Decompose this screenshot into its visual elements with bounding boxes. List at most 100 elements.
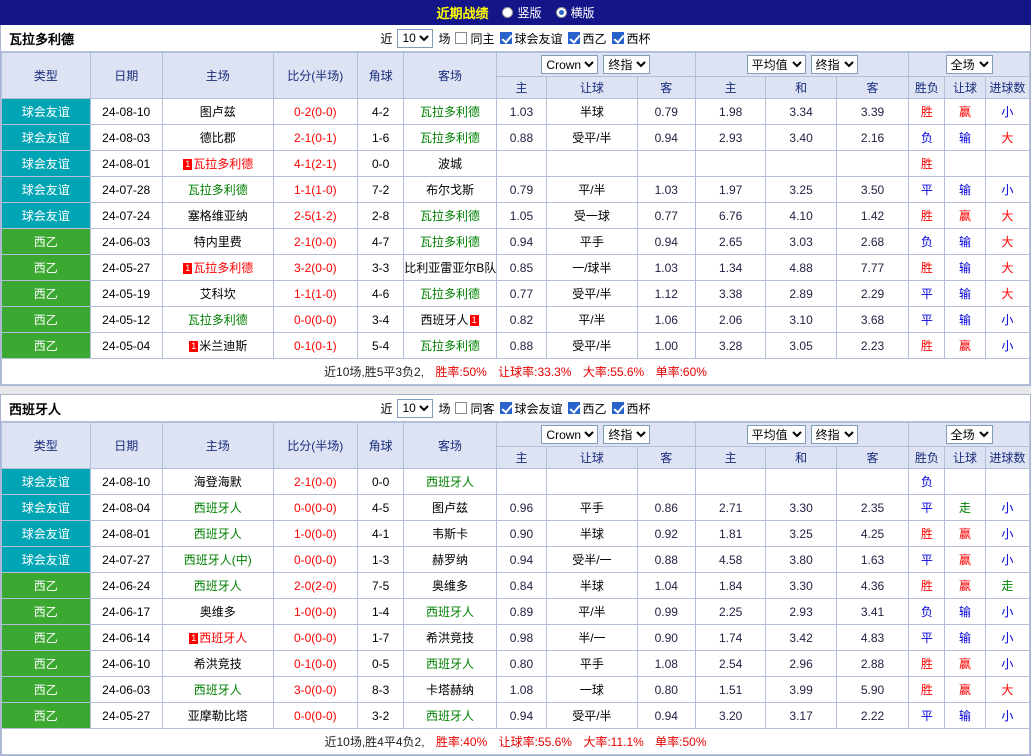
comp-league-filter[interactable]: 西乙 <box>567 30 607 47</box>
euro-avg-select[interactable]: 平均值 <box>746 425 806 444</box>
col-home: 主场 <box>161 52 274 99</box>
result-cell: 胜 <box>908 150 946 177</box>
same-venue-checkbox[interactable] <box>455 402 468 414</box>
match-row: 球会友谊 24-07-28 瓦拉多利德 1-1(1-0) 7-2 布尔戈斯 0.79 平/半 1… <box>1 176 1031 203</box>
home-team-name[interactable]: 西班牙人 <box>194 501 242 515</box>
scope-select[interactable]: 全场 <box>945 425 993 444</box>
layout-option-horizontal[interactable]: 横版 <box>555 4 595 21</box>
asia-home-odds-cell: 0.82 <box>495 306 548 333</box>
goals-result-cell: 小 <box>984 598 1031 625</box>
home-team-name[interactable]: 瓦拉多利德 <box>193 157 253 171</box>
comp-friendly-filter[interactable]: 球会友谊 <box>499 400 563 417</box>
euro-draw-odds-cell: 3.10 <box>765 306 837 333</box>
home-team-name[interactable]: 瓦拉多利德 <box>188 313 248 327</box>
goals-result-cell: 小 <box>984 332 1031 359</box>
away-team-name[interactable]: 赫罗纳 <box>432 553 468 567</box>
comp-friendly-checkbox[interactable] <box>499 32 512 44</box>
score-cell: 1-0(0-0) <box>272 520 359 547</box>
asia-home-odds-cell: 0.77 <box>495 280 548 307</box>
home-team-name[interactable]: 瓦拉多利德 <box>188 183 248 197</box>
comp-cup-filter[interactable]: 西杯 <box>611 30 651 47</box>
home-team-name[interactable]: 西班牙人(中) <box>184 553 252 567</box>
home-team-cell: 德比郡 <box>161 124 274 151</box>
away-team-name[interactable]: 瓦拉多利德 <box>420 105 480 119</box>
away-team-name[interactable]: 西班牙人 <box>426 709 474 723</box>
home-team-name[interactable]: 西班牙人 <box>194 579 242 593</box>
comp-league-filter[interactable]: 西乙 <box>567 400 607 417</box>
away-team-name[interactable]: 瓦拉多利德 <box>420 131 480 145</box>
away-team-cell: 西班牙人 <box>403 650 497 677</box>
away-team-name[interactable]: 瓦拉多利德 <box>420 339 480 353</box>
home-team-name[interactable]: 瓦拉多利德 <box>193 261 253 275</box>
euro-odds-time-select[interactable]: 终指 <box>810 55 858 74</box>
comp-league-checkbox[interactable] <box>567 402 580 414</box>
home-team-name[interactable]: 塞格维亚纳 <box>188 209 248 223</box>
home-team-name[interactable]: 特内里费 <box>194 235 242 249</box>
euro-odds-time-select[interactable]: 终指 <box>810 425 858 444</box>
away-team-name[interactable]: 希洪竞技 <box>426 631 474 645</box>
home-team-name[interactable]: 米兰迪斯 <box>199 339 247 353</box>
away-team-name[interactable]: 瓦拉多利德 <box>420 209 480 223</box>
same-venue-filter[interactable]: 同主 <box>455 30 495 47</box>
result-cell: 平 <box>908 176 946 203</box>
match-row: 球会友谊 24-08-04 西班牙人 0-0(0-0) 4-5 图卢兹 0.96 平手 0.86… <box>1 494 1031 521</box>
away-team-name[interactable]: 瓦拉多利德 <box>420 235 480 249</box>
away-team-name[interactable]: 图卢兹 <box>432 501 468 515</box>
home-team-name[interactable]: 亚摩勒比塔 <box>188 709 248 723</box>
layout-option-vertical[interactable]: 竖版 <box>502 4 542 21</box>
away-team-name[interactable]: 波城 <box>438 157 462 171</box>
home-team-name[interactable]: 西班牙人 <box>194 683 242 697</box>
home-team-name[interactable]: 图卢兹 <box>200 105 236 119</box>
home-team-name[interactable]: 希洪竞技 <box>194 657 242 671</box>
competition-type-cell: 西乙 <box>1 702 91 729</box>
asia-odds-time-select[interactable]: 终指 <box>603 425 651 444</box>
home-team-name[interactable]: 海登海默 <box>194 475 242 489</box>
euro-home-odds-cell: 1.98 <box>694 98 767 125</box>
away-team-name[interactable]: 比利亚雷亚尔B队 <box>405 261 496 275</box>
result-cell: 负 <box>908 228 946 255</box>
recent-count-select[interactable]: 10 <box>397 28 434 48</box>
recent-count-select[interactable]: 10 <box>397 398 434 418</box>
comp-cup-checkbox[interactable] <box>611 402 624 414</box>
away-team-name[interactable]: 西班牙人 <box>426 605 474 619</box>
euro-home-odds-cell: 1.34 <box>694 254 767 281</box>
euro-away-odds-cell: 3.39 <box>835 98 910 125</box>
summary-stat: 让球率:55.6% <box>498 735 572 749</box>
same-venue-checkbox[interactable] <box>455 32 468 44</box>
home-team-name[interactable]: 西班牙人 <box>199 631 247 645</box>
comp-cup-filter[interactable]: 西杯 <box>611 400 651 417</box>
home-team-name[interactable]: 西班牙人 <box>194 527 242 541</box>
away-team-name[interactable]: 西班牙人 <box>426 475 474 489</box>
same-venue-filter[interactable]: 同客 <box>455 400 495 417</box>
comp-friendly-filter[interactable]: 球会友谊 <box>499 30 563 47</box>
away-team-name[interactable]: 西班牙人 <box>421 313 469 327</box>
away-team-cell: 瓦拉多利德 <box>403 228 497 255</box>
home-team-name[interactable]: 奥维多 <box>200 605 236 619</box>
bookmaker-select[interactable]: Crown <box>541 425 599 444</box>
result-cell: 胜 <box>908 254 946 281</box>
comp-cup-checkbox[interactable] <box>611 32 624 44</box>
euro-avg-select[interactable]: 平均值 <box>746 55 806 74</box>
corners-cell: 5-4 <box>357 332 405 359</box>
euro-home-odds-cell: 1.51 <box>694 676 767 703</box>
away-team-name[interactable]: 西班牙人 <box>426 657 474 671</box>
radio-icon <box>555 7 567 18</box>
corners-cell: 1-3 <box>357 546 405 573</box>
bookmaker-select[interactable]: Crown <box>541 55 599 74</box>
asia-away-odds-cell: 0.99 <box>636 598 696 625</box>
scope-select[interactable]: 全场 <box>945 55 993 74</box>
result-cell: 胜 <box>908 98 946 125</box>
handicap-result-cell <box>944 150 986 177</box>
away-team-name[interactable]: 布尔戈斯 <box>426 183 474 197</box>
away-team-name[interactable]: 韦斯卡 <box>432 527 468 541</box>
home-team-name[interactable]: 德比郡 <box>200 131 236 145</box>
comp-league-checkbox[interactable] <box>567 32 580 44</box>
comp-friendly-checkbox[interactable] <box>499 402 512 414</box>
home-team-name[interactable]: 艾科坎 <box>200 287 236 301</box>
asia-odds-time-select[interactable]: 终指 <box>603 55 651 74</box>
away-team-name[interactable]: 瓦拉多利德 <box>420 287 480 301</box>
home-team-cell: 亚摩勒比塔 <box>161 702 274 729</box>
away-team-name[interactable]: 奥维多 <box>432 579 468 593</box>
away-team-name[interactable]: 卡塔赫纳 <box>426 683 474 697</box>
recent-label: 近 <box>380 31 393 46</box>
